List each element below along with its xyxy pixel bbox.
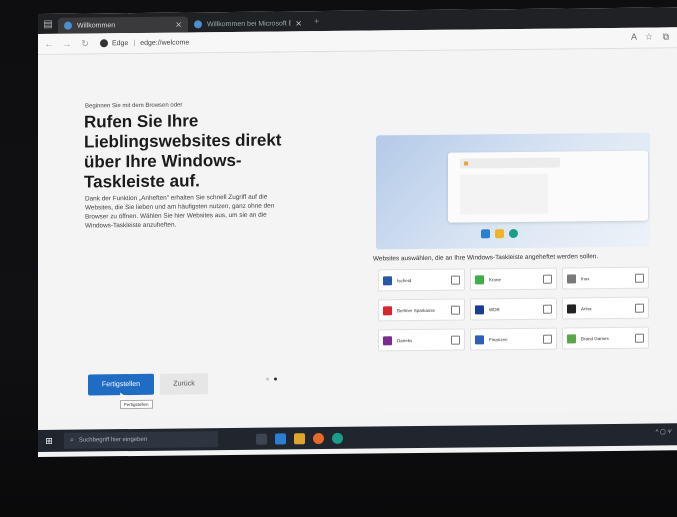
site-name: Daneks: [397, 337, 413, 343]
illustration-window: [448, 150, 648, 223]
site-logo-icon: [475, 274, 484, 284]
favorites-icon[interactable]: ☆: [645, 32, 653, 43]
read-aloud-icon[interactable]: A: [631, 32, 637, 42]
forward-icon[interactable]: →: [60, 39, 74, 49]
page-kicker: Beginnen Sie mit dem Browsen oder: [85, 102, 183, 110]
illustration-favicon: [464, 161, 468, 166]
site-tile[interactable]: Berliner Sparkasse: [378, 298, 465, 322]
welcome-page: Beginnen Sie mit dem Browsen oder Rufen …: [38, 48, 677, 417]
finish-tooltip: Fertigstellen: [120, 399, 153, 410]
tab-welcome[interactable]: Willkommen ✕: [58, 16, 188, 34]
page-description: Dank der Funktion „Anheften" erhalten Si…: [85, 193, 275, 230]
site-checkbox[interactable]: [543, 304, 552, 314]
url-label: Edge: [112, 39, 129, 47]
site-tile[interactable]: Finanzen: [470, 327, 557, 351]
site-logo-icon: [475, 334, 484, 344]
site-name: WDR: [489, 306, 500, 312]
site-tile[interactable]: Brand Games: [562, 326, 649, 350]
back-button[interactable]: Zurück: [160, 373, 208, 395]
site-tile[interactable]: WDR: [470, 297, 557, 321]
new-tab-icon[interactable]: +: [308, 16, 325, 26]
illustration-tab: [460, 157, 560, 169]
page-title: Rufen Sie Ihre Lieblingswebsites direkt …: [84, 111, 282, 192]
back-icon[interactable]: ←: [42, 39, 56, 49]
start-button[interactable]: ⊞: [38, 430, 60, 452]
site-name: Arina: [581, 305, 592, 311]
windows-logo-icon: [481, 229, 490, 239]
page-dot[interactable]: [266, 377, 269, 381]
site-name: Berliner Sparkasse: [397, 307, 436, 313]
site-checkbox[interactable]: [451, 335, 460, 345]
search-icon: ⌕: [70, 436, 74, 444]
sites-grid: Ischeid Krone Inux Berliner Sparkasse WD…: [378, 266, 649, 352]
site-name: Krone: [489, 276, 502, 282]
site-checkbox[interactable]: [451, 275, 460, 285]
site-name: Finanzen: [489, 336, 508, 342]
site-logo-icon: [475, 304, 484, 314]
page-dot-active[interactable]: [274, 377, 277, 381]
folder-icon: [495, 229, 504, 239]
url-separator: |: [133, 39, 136, 47]
site-logo-icon: [383, 305, 392, 315]
close-tab-icon[interactable]: ✕: [175, 20, 182, 29]
site-name: Inux: [581, 275, 590, 281]
collections-icon[interactable]: ⧉: [663, 31, 669, 42]
task-view-icon[interactable]: [256, 433, 267, 445]
site-name: Brand Games: [581, 335, 609, 341]
site-checkbox[interactable]: [543, 334, 552, 344]
taskbar-search-input[interactable]: ⌕ Suchbegriff hier eingeben: [64, 431, 218, 449]
site-tile[interactable]: Arina: [562, 296, 649, 320]
windows-taskbar: ⊞ ⌕ Suchbegriff hier eingeben ^ ▢ ⁴⁄: [38, 423, 677, 452]
system-tray[interactable]: ^ ▢ ⁴⁄: [656, 428, 671, 435]
edge-favicon-icon: [194, 20, 202, 29]
edge-favicon-icon: [64, 21, 72, 30]
screen: ▤ Willkommen ✕ Willkommen bei Microsoft …: [38, 7, 677, 457]
illustration-taskbar-icons: [481, 228, 518, 239]
site-logo-icon: [567, 303, 576, 313]
edge-legacy-icon[interactable]: [275, 432, 286, 445]
taskbar-illustration: [376, 132, 650, 250]
tab-actions-icon[interactable]: ▤: [38, 14, 58, 34]
edge-icon: [100, 39, 108, 48]
url-field[interactable]: Edge | edge://welcome: [100, 38, 190, 48]
site-logo-icon: [567, 273, 576, 283]
site-logo-icon: [383, 335, 392, 345]
pagination-dots: [266, 377, 277, 381]
tab-title: Willkommen bei Microsoft Edge: [207, 19, 292, 28]
edge-icon: [509, 228, 518, 239]
tab-edge-welcome[interactable]: Willkommen bei Microsoft Edge ✕: [188, 15, 308, 32]
site-tile[interactable]: Krone: [470, 267, 557, 291]
site-logo-icon: [567, 333, 576, 343]
site-tile[interactable]: Inux: [562, 266, 649, 290]
monitor-bezel: ▤ Willkommen ✕ Willkommen bei Microsoft …: [0, 0, 677, 517]
search-placeholder: Suchbegriff hier eingeben: [78, 436, 148, 444]
file-explorer-icon[interactable]: [294, 432, 305, 444]
tab-title: Willkommen: [77, 21, 116, 30]
illustration-pane: [460, 173, 548, 215]
close-tab-icon[interactable]: ✕: [295, 19, 302, 28]
site-tile[interactable]: Ischeid: [378, 268, 465, 292]
taskbar-apps: [256, 432, 343, 445]
site-checkbox[interactable]: [635, 303, 644, 313]
site-checkbox[interactable]: [451, 305, 460, 315]
site-checkbox[interactable]: [635, 273, 644, 283]
url-text: edge://welcome: [140, 38, 190, 47]
site-tile[interactable]: Daneks: [378, 328, 465, 352]
site-logo-icon: [383, 275, 392, 285]
site-checkbox[interactable]: [635, 333, 644, 343]
edge-icon[interactable]: [332, 432, 343, 444]
site-name: Ischeid: [397, 277, 412, 283]
site-checkbox[interactable]: [543, 274, 552, 284]
sites-heading: Websites auswählen, die an Ihre Windows-…: [373, 253, 599, 263]
refresh-icon[interactable]: ↻: [78, 38, 92, 49]
firefox-icon[interactable]: [313, 432, 324, 444]
